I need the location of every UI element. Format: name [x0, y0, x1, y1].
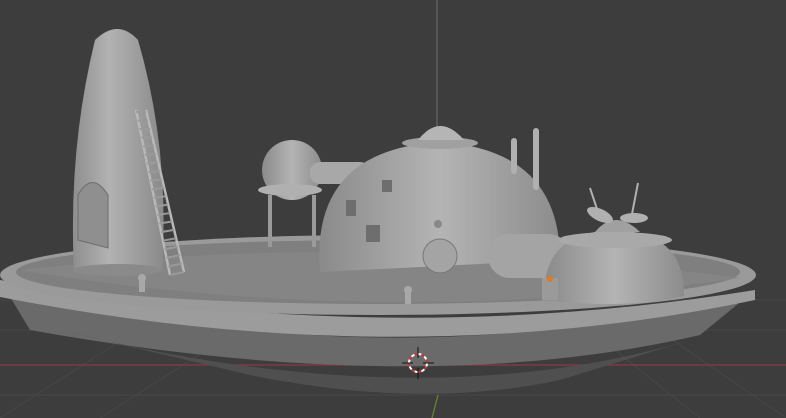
y-axis-line — [431, 394, 439, 418]
ladder-rung — [150, 178, 163, 182]
ladder-rung — [146, 161, 159, 165]
ladder-rung — [144, 153, 157, 156]
3d-viewport[interactable] — [0, 0, 786, 418]
viewport-canvas[interactable] — [0, 0, 786, 418]
rocket-tower — [72, 29, 164, 276]
ladder-rung — [148, 169, 161, 174]
small-post-left — [138, 274, 146, 292]
ladder-rung — [162, 237, 177, 242]
ladder-rung — [143, 144, 155, 148]
selected-origin-marker — [547, 276, 553, 282]
small-post-center — [404, 286, 412, 304]
ladder-rung — [151, 186, 165, 191]
